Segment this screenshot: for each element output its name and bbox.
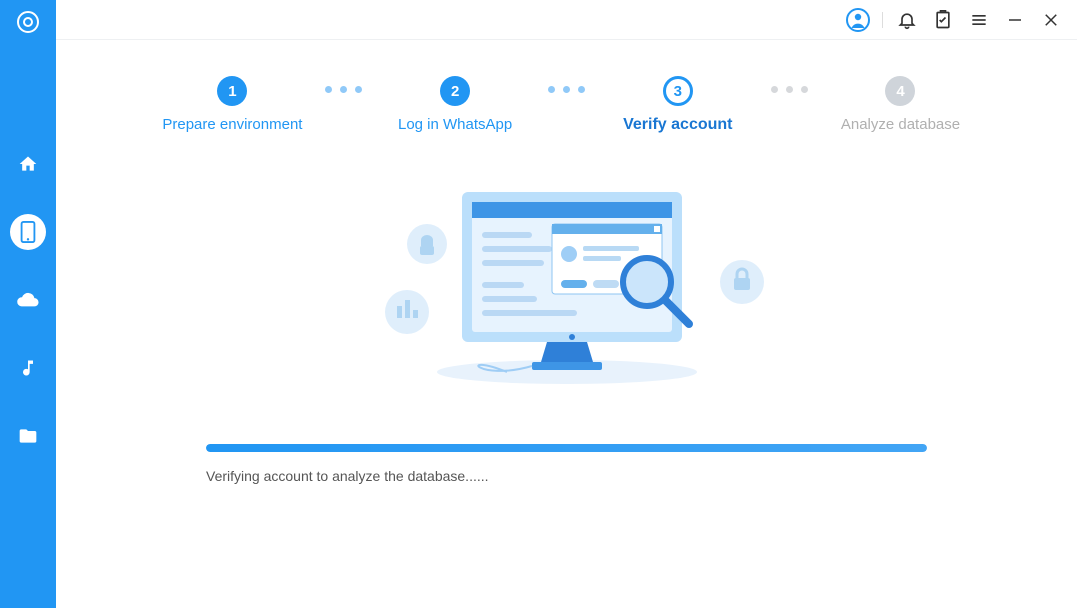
step-2-number: 2 xyxy=(440,76,470,106)
sidebar-home[interactable] xyxy=(10,146,46,182)
step-2: 2 Log in WhatsApp xyxy=(375,76,535,133)
step-3-number: 3 xyxy=(663,76,693,106)
step-3: 3 Verify account xyxy=(598,76,758,134)
app-logo xyxy=(14,8,42,36)
step-dots xyxy=(771,76,808,93)
separator xyxy=(882,12,883,28)
menu-icon[interactable] xyxy=(967,8,991,32)
sidebar-cloud[interactable] xyxy=(10,282,46,318)
content: 1 Prepare environment 2 Log in WhatsApp … xyxy=(56,40,1077,608)
bell-icon[interactable] xyxy=(895,8,919,32)
illustration xyxy=(86,182,1047,402)
progress-fill xyxy=(206,444,927,452)
step-dots xyxy=(325,76,362,93)
task-icon[interactable] xyxy=(931,8,955,32)
titlebar xyxy=(56,0,1077,40)
step-3-label: Verify account xyxy=(623,116,732,134)
main-area: 1 Prepare environment 2 Log in WhatsApp … xyxy=(56,0,1077,608)
progress-text: Verifying account to analyze the databas… xyxy=(206,468,927,484)
step-indicator: 1 Prepare environment 2 Log in WhatsApp … xyxy=(86,76,1047,134)
sidebar-music[interactable] xyxy=(10,350,46,386)
account-icon[interactable] xyxy=(846,8,870,32)
progress-section: Verifying account to analyze the databas… xyxy=(86,444,1047,484)
step-1-number: 1 xyxy=(217,76,247,106)
progress-bar xyxy=(206,444,927,452)
step-1: 1 Prepare environment xyxy=(152,76,312,133)
step-4-label: Analyze database xyxy=(841,116,960,133)
step-1-label: Prepare environment xyxy=(162,116,302,133)
step-4: 4 Analyze database xyxy=(820,76,980,133)
step-2-label: Log in WhatsApp xyxy=(398,116,512,133)
sidebar xyxy=(0,0,56,608)
sidebar-device[interactable] xyxy=(10,214,46,250)
step-dots xyxy=(548,76,585,93)
close-icon[interactable] xyxy=(1039,8,1063,32)
minimize-icon[interactable] xyxy=(1003,8,1027,32)
step-4-number: 4 xyxy=(885,76,915,106)
sidebar-folder[interactable] xyxy=(10,418,46,454)
